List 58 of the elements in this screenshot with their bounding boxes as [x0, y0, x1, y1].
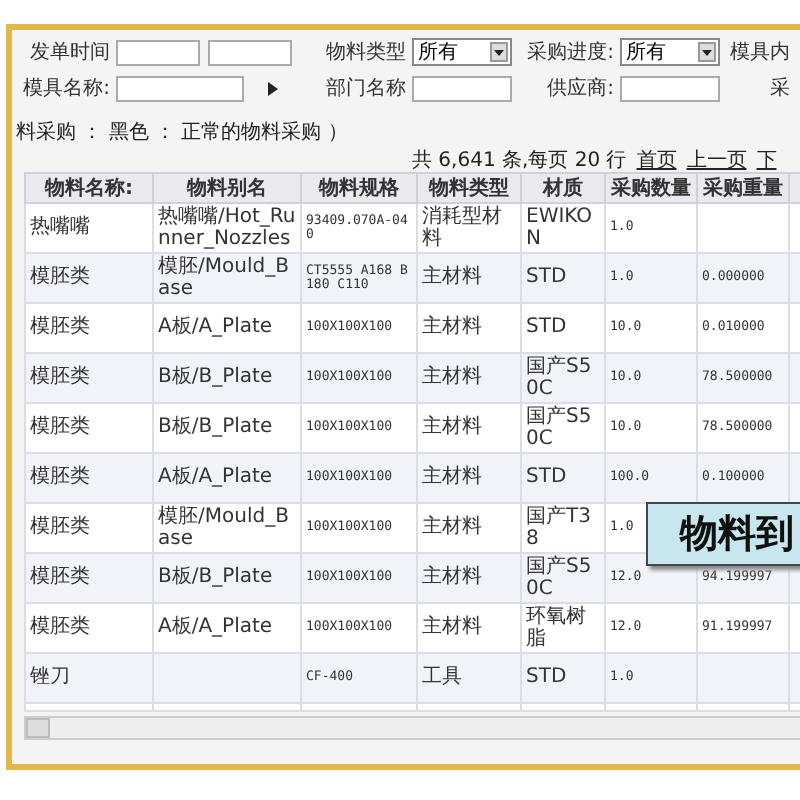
table-cell: B板/B_Plate [153, 353, 301, 403]
column-header[interactable]: 物料规格 [301, 173, 417, 203]
pager-link[interactable]: 下 [756, 145, 777, 173]
dropdown[interactable]: 所有 [412, 38, 512, 66]
table-cell: EWIKON [521, 203, 605, 253]
table-cell: 锉刀 [25, 653, 153, 703]
table-cell: 热嘴嘴/Hot_Runner_Nozzles [153, 203, 301, 253]
record-count: 共 6,641 条,每页 20 行 [412, 147, 627, 173]
table-cell: 主材料 [417, 253, 521, 303]
table-cell: 主材料 [417, 403, 521, 453]
table-cell: STD [521, 303, 605, 353]
table-cell: STD [521, 653, 605, 703]
table-cell: 模胚类 [25, 253, 153, 303]
table-cell: 模胚/Mould_Base [153, 503, 301, 553]
legend-text: 料采购 ： 黑色 ： 正常的物料采购 ） [14, 119, 350, 142]
table-cell: STD [521, 253, 605, 303]
table-cell: 模胚类 [25, 553, 153, 603]
pager-link[interactable]: 上一页 [686, 145, 747, 173]
table-cell: A板/A_Plate [153, 603, 301, 653]
table-cell: 模胚类 [25, 453, 153, 503]
column-header[interactable]: 物料类型 [417, 173, 521, 203]
table-cell: 主材料 [417, 453, 521, 503]
table-cell: 模胚类 [25, 603, 153, 653]
table-cell: B板/B_Plate [153, 403, 301, 453]
field-label: 模具名称: [21, 75, 112, 102]
table-cell: 模胚类 [25, 303, 153, 353]
field-label: 模具内 [728, 39, 792, 66]
field-label: 供应商: [545, 75, 616, 102]
table-cell: 工具 [417, 653, 521, 703]
table-cell: 模胚类 [25, 353, 153, 403]
table-cell: A板/A_Plate [153, 453, 301, 503]
table-cell: 主材料 [417, 303, 521, 353]
dropdown[interactable]: 所有 [620, 38, 720, 66]
column-header[interactable]: 采购重量 [697, 173, 789, 203]
field-label: 部门名称 [324, 75, 408, 102]
field-label: 采购进度: [525, 39, 616, 66]
column-header[interactable]: 材质 [521, 173, 605, 203]
table-cell: 主材料 [417, 503, 521, 553]
field-label: 物料类型 [324, 39, 408, 66]
field-label: 发单时间 [28, 39, 112, 66]
field-label: 采 [768, 75, 792, 102]
table-cell: 消耗型材料 [417, 203, 521, 253]
table-cell: 模胚类 [25, 503, 153, 553]
column-header[interactable]: 物料别名 [153, 173, 301, 203]
table-cell: 模胚/Mould_Base [153, 253, 301, 303]
column-header[interactable]: 采购数量 [605, 173, 697, 203]
table-cell: 热嘴嘴 [25, 203, 153, 253]
table-cell: B板/B_Plate [153, 553, 301, 603]
table-cell: 模胚类 [25, 403, 153, 453]
table-cell: 主材料 [417, 353, 521, 403]
table-cell: STD [521, 453, 605, 503]
table-cell: A板/A_Plate [153, 303, 301, 353]
table-cell: 环氧树脂 [521, 603, 605, 653]
table-cell: 主材料 [417, 553, 521, 603]
table-cell: 主材料 [417, 603, 521, 653]
column-header[interactable]: 物料名称: [25, 173, 153, 203]
pager-link[interactable]: 首页 [636, 145, 677, 173]
callout-banner: 物料到 [646, 502, 800, 566]
